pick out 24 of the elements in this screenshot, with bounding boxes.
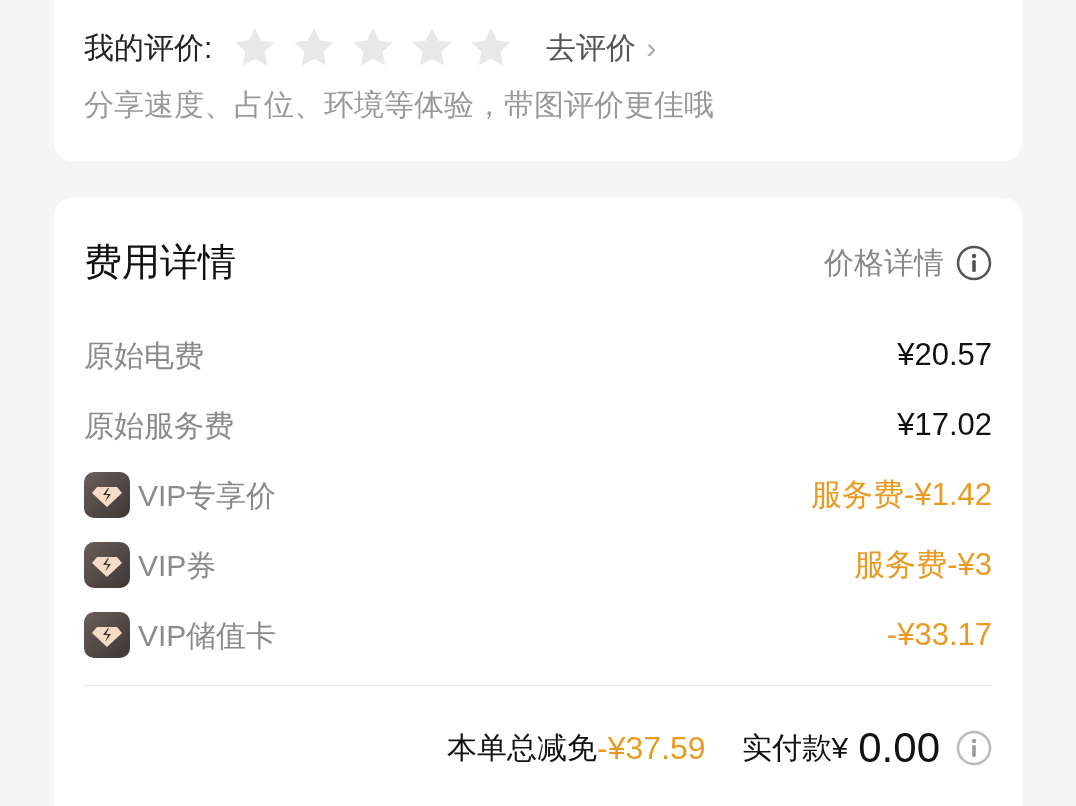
discount-amount: -¥37.59 [597,728,706,768]
diamond-badge-icon [84,612,130,658]
fee-amount: ¥20.57 [897,335,992,374]
fee-amount: ¥17.02 [897,405,992,444]
diamond-badge-icon [84,472,130,518]
paid-label: 实付款¥ [741,730,849,766]
fee-label: 原始电费 [84,337,204,374]
review-hint: 分享速度、占位、环境等体验，带图评价更佳哦 [84,87,715,123]
fee-amount: -¥33.17 [886,615,992,654]
fee-amount: 服务费-¥3 [854,545,992,584]
price-detail-link[interactable]: 价格详情 [824,240,992,285]
paid-amount: 0.00 [858,723,940,773]
fee-label: 原始服务费 [84,407,234,444]
info-icon[interactable] [956,729,992,766]
fee-label: VIP券 [138,547,217,584]
fee-amount: 服务费-¥1.42 [811,475,992,514]
diamond-badge-icon [84,542,130,588]
fee-label: VIP储值卡 [138,617,277,654]
review-label: 我的评价: [84,29,213,66]
info-icon [956,244,992,281]
fee-title: 费用详情 [84,240,236,285]
fee-label: VIP专享价 [138,477,277,514]
review-link[interactable]: 去评价 › [546,24,657,70]
discount-label: 本单总减免 [447,730,598,766]
